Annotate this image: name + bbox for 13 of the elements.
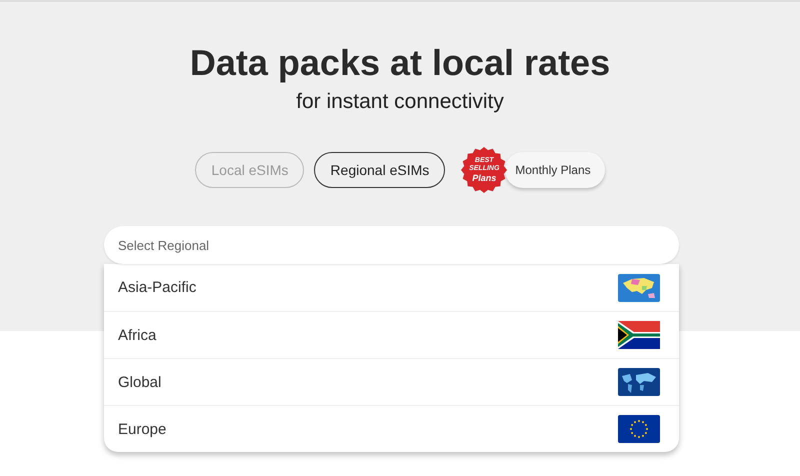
region-option[interactable]: Africa xyxy=(104,311,679,358)
flag-icon xyxy=(618,415,660,443)
flag-icon xyxy=(618,321,660,349)
plan-tab[interactable]: Monthly Plans xyxy=(505,152,605,188)
region-select-field[interactable]: Select Regional xyxy=(104,226,679,264)
plan-tab[interactable]: Regional eSIMs xyxy=(314,152,446,188)
region-option[interactable]: Asia-Pacific xyxy=(104,264,679,311)
region-option[interactable]: Europe xyxy=(104,405,679,452)
page-subtitle: for instant connectivity xyxy=(296,90,504,114)
page-title: Data packs at local rates xyxy=(190,42,610,84)
world-map-icon xyxy=(618,368,660,396)
asia-map-icon xyxy=(618,274,660,302)
region-option[interactable]: Global xyxy=(104,358,679,405)
